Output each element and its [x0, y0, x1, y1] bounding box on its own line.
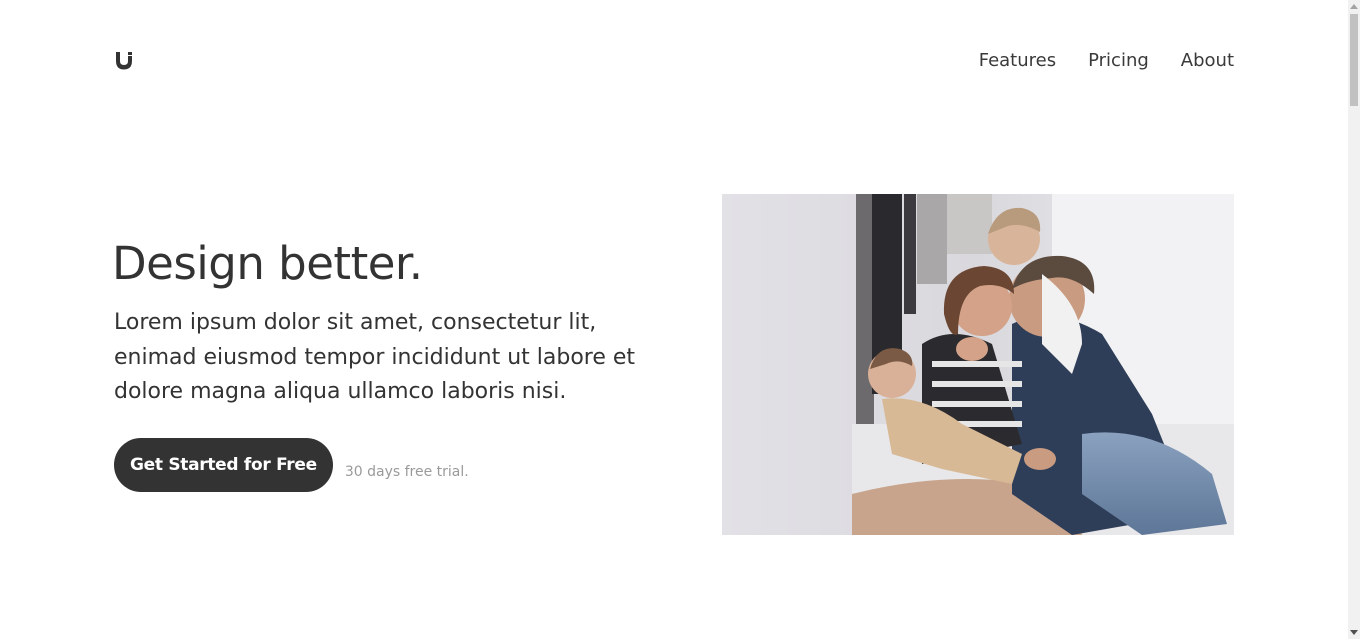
landing-page: Features Pricing About Design better. Lo… — [0, 0, 1360, 639]
vertical-scrollbar[interactable] — [1348, 0, 1360, 639]
hero-description: Lorem ipsum dolor sit amet, consectetur … — [114, 310, 636, 404]
get-started-button[interactable]: Get Started for Free — [114, 438, 333, 492]
hero-family-photo — [722, 194, 1234, 535]
scroll-down-icon[interactable] — [1350, 630, 1358, 635]
nav-pricing-link[interactable]: Pricing — [1088, 49, 1149, 73]
hero-title: Design better. — [112, 237, 423, 290]
nav-about-link[interactable]: About — [1181, 49, 1234, 73]
scroll-thumb[interactable] — [1350, 14, 1358, 106]
main-nav: Features Pricing About — [979, 49, 1234, 73]
scroll-up-icon[interactable] — [1350, 4, 1358, 9]
cta-row: Get Started for Free 30 days free trial. — [114, 438, 469, 492]
trial-note: 30 days free trial. — [344, 464, 469, 480]
brand-logo-icon[interactable] — [114, 52, 134, 70]
nav-features-link[interactable]: Features — [979, 49, 1056, 73]
